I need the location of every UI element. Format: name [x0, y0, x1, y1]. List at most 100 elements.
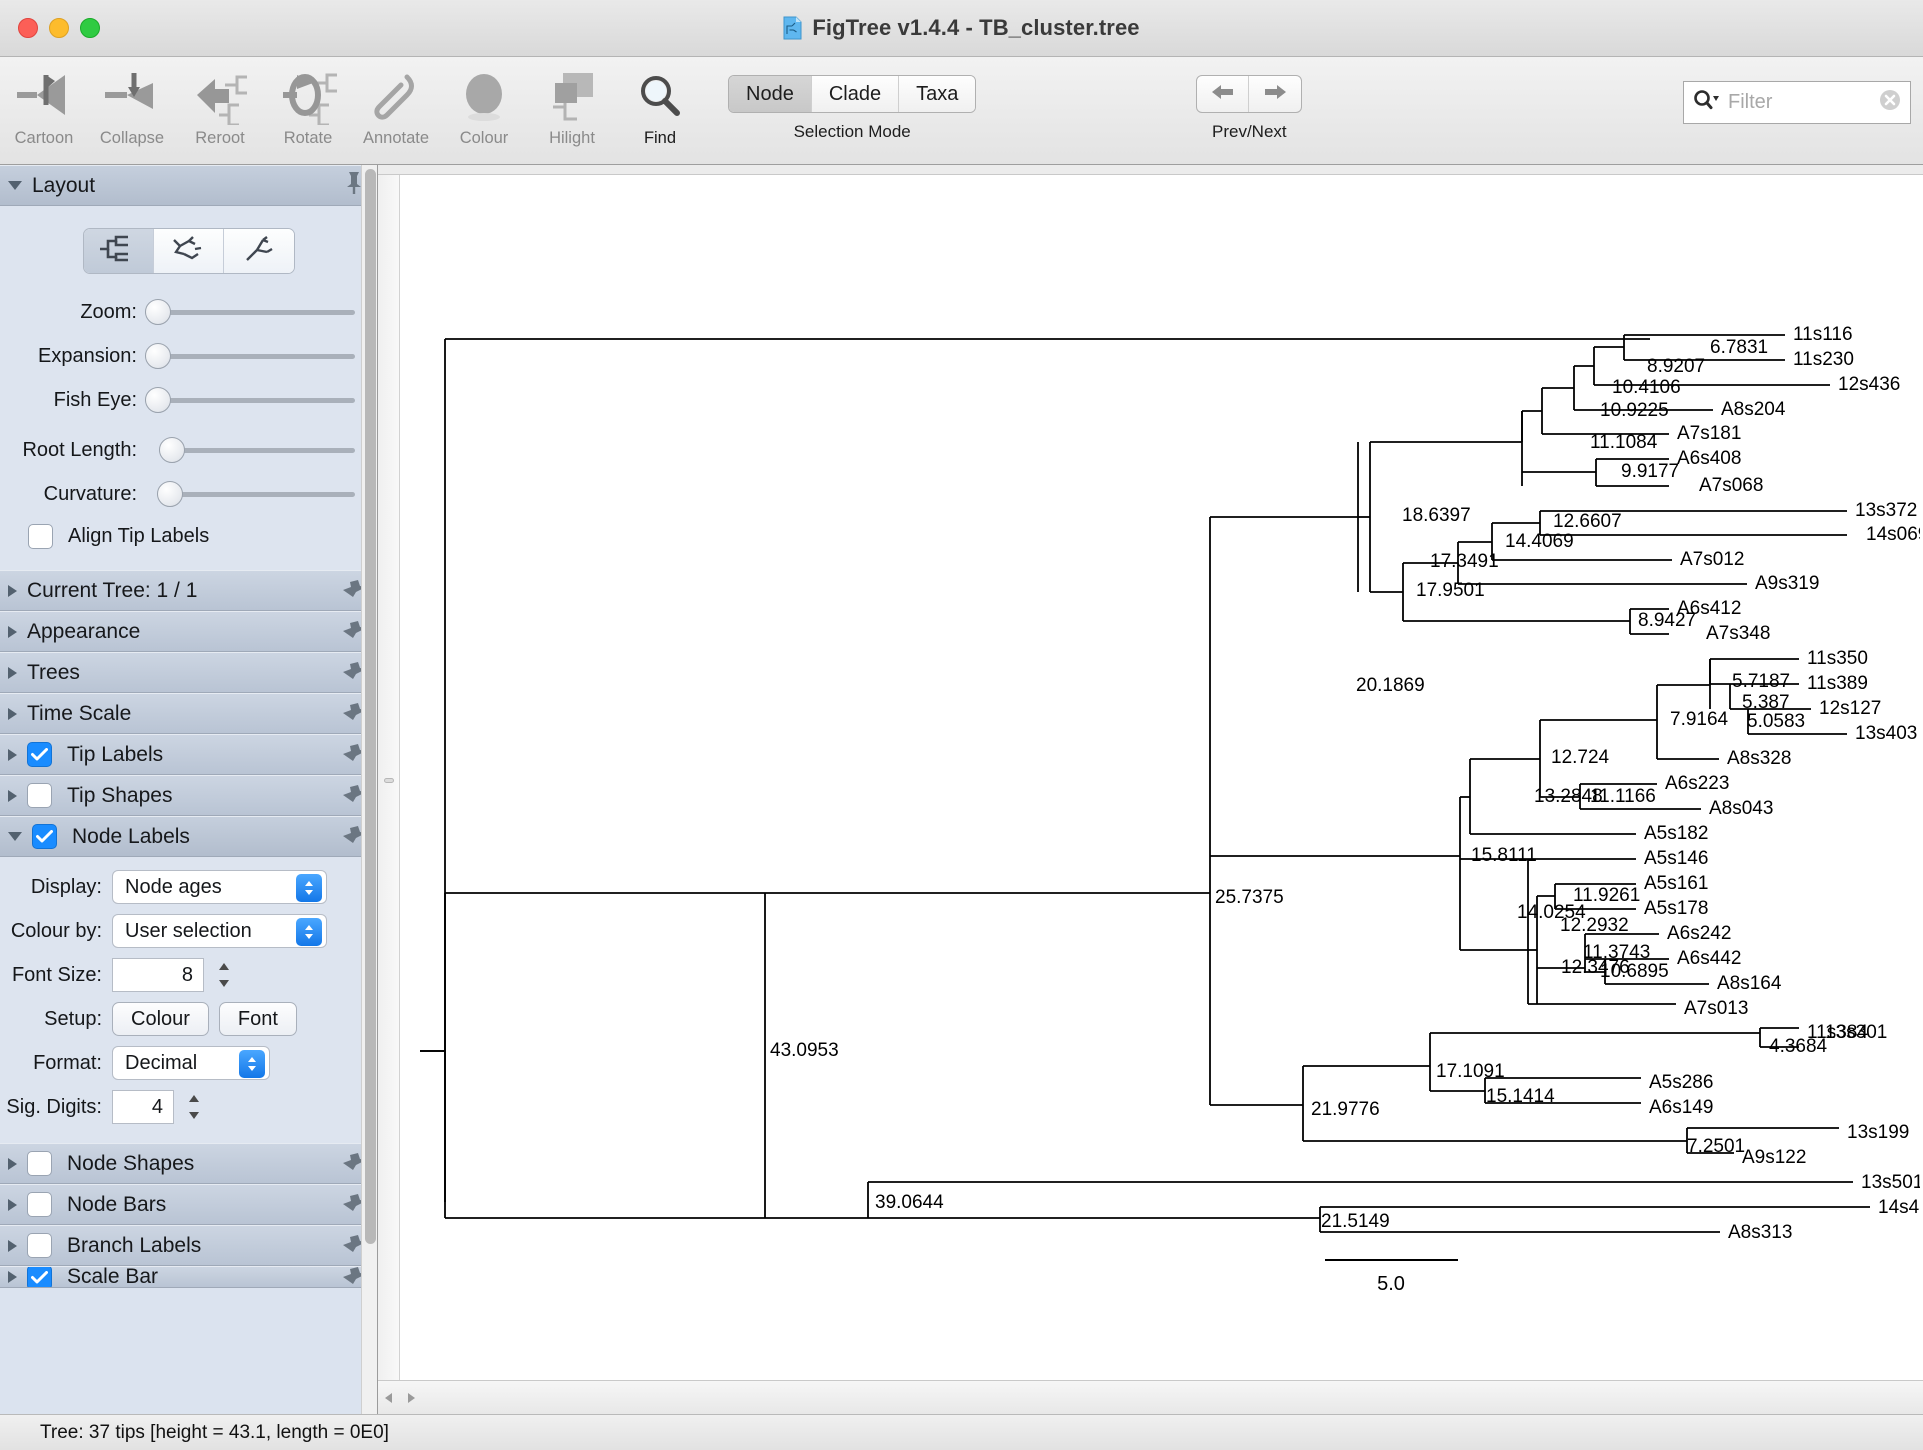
close-button[interactable]: [18, 18, 38, 38]
node-age-label[interactable]: 5.7187: [1732, 671, 1790, 692]
node-age-label[interactable]: 25.7375: [1215, 887, 1284, 908]
font-size-input[interactable]: 8: [112, 958, 204, 992]
node-age-label[interactable]: 10.9225: [1600, 400, 1669, 421]
chevron-right-icon[interactable]: [8, 1157, 17, 1170]
chevron-updown-icon[interactable]: [239, 1050, 265, 1078]
node-age-label[interactable]: 15.1414: [1486, 1086, 1555, 1107]
tip-label[interactable]: 11s350: [1807, 648, 1868, 669]
sig-digits-input[interactable]: 4: [112, 1090, 174, 1124]
rootlength-slider[interactable]: [159, 437, 359, 463]
panel-header-branch-labels[interactable]: Branch Labels: [0, 1225, 377, 1266]
align-tip-labels-row[interactable]: Align Tip Labels: [0, 516, 377, 556]
node-age-label[interactable]: 9.9177: [1621, 461, 1679, 482]
tip-label[interactable]: 12s436: [1838, 374, 1900, 395]
polar-layout-button[interactable]: [153, 229, 224, 273]
node-age-label[interactable]: 12.724: [1551, 747, 1610, 768]
tip-label[interactable]: A8s328: [1727, 748, 1791, 769]
chevron-right-icon[interactable]: [8, 1198, 17, 1211]
curvature-slider[interactable]: [157, 481, 359, 507]
tip-label[interactable]: 14s482: [1878, 1197, 1920, 1218]
zoom-knob[interactable]: [145, 299, 171, 325]
rotate-button[interactable]: Rotate: [264, 61, 352, 161]
node-age-label[interactable]: 10.4106: [1612, 377, 1681, 398]
tip-label[interactable]: 13s501: [1861, 1172, 1920, 1193]
selection-mode-node[interactable]: Node: [729, 76, 812, 112]
node-age-label[interactable]: 12.2932: [1560, 915, 1629, 936]
tip-label[interactable]: A8s164: [1717, 973, 1782, 994]
chevron-right-icon[interactable]: [8, 789, 17, 802]
collapse-button[interactable]: Collapse: [88, 61, 176, 161]
node-age-label[interactable]: 12.6607: [1553, 511, 1622, 532]
tip-shapes-checkbox[interactable]: [27, 783, 52, 808]
align-tip-labels-checkbox[interactable]: [28, 523, 53, 549]
node-age-label[interactable]: 21.9776: [1311, 1099, 1380, 1120]
chevron-down-icon[interactable]: [8, 181, 22, 190]
tip-label[interactable]: 13s372: [1855, 500, 1917, 521]
node-age-label[interactable]: 15.8111: [1471, 845, 1537, 866]
minimize-button[interactable]: [49, 18, 69, 38]
tip-label[interactable]: A9s319: [1755, 573, 1819, 594]
tree-horizontal-scrollbar[interactable]: [378, 1380, 1923, 1414]
node-age-label[interactable]: 18.6397: [1402, 505, 1471, 526]
node-age-label[interactable]: 7.9164: [1670, 709, 1729, 730]
zoom-slider[interactable]: [145, 299, 359, 325]
node-age-label[interactable]: 21.5149: [1321, 1211, 1390, 1232]
chevron-right-icon[interactable]: [8, 707, 17, 720]
tip-label[interactable]: A7s068: [1699, 475, 1763, 496]
tip-label[interactable]: A5s178: [1644, 898, 1708, 919]
branch-labels-checkbox[interactable]: [27, 1233, 52, 1258]
tip-label[interactable]: A6s149: [1649, 1097, 1713, 1118]
node-labels-checkbox[interactable]: [32, 824, 57, 849]
tip-label[interactable]: A8s204: [1721, 399, 1786, 420]
node-age-label[interactable]: 14.4069: [1505, 531, 1574, 552]
panel-header-current-tree[interactable]: Current Tree: 1 / 1: [0, 570, 377, 611]
tip-label[interactable]: A5s146: [1644, 848, 1708, 869]
tip-label[interactable]: 11s230: [1793, 349, 1854, 370]
panel-header-layout[interactable]: Layout: [0, 165, 377, 206]
panel-header-appearance[interactable]: Appearance: [0, 611, 377, 652]
chevron-right-icon[interactable]: [8, 1239, 17, 1252]
annotate-button[interactable]: Annotate: [352, 61, 440, 161]
node-bars-checkbox[interactable]: [27, 1192, 52, 1217]
tip-label[interactable]: A6s223: [1665, 773, 1729, 794]
tip-label[interactable]: 14s069: [1866, 524, 1920, 545]
node-age-label[interactable]: 43.0953: [770, 1040, 839, 1061]
tip-label[interactable]: A7s013: [1684, 998, 1748, 1019]
prev-next-segmented[interactable]: [1196, 75, 1303, 113]
sig-digits-stepper[interactable]: [184, 1091, 204, 1123]
tree-vertical-scroll-thumb[interactable]: [384, 777, 394, 783]
tip-label[interactable]: 13s403: [1855, 723, 1917, 744]
tip-label[interactable]: A5s286: [1649, 1072, 1713, 1093]
tip-label[interactable]: 11s116: [1793, 324, 1853, 345]
tree-canvas[interactable]: 11s116 11s230 12s436 A8s204 A7s181 A6s408 A7s0…: [400, 175, 1923, 1380]
tree-vertical-scrollbar[interactable]: [378, 175, 400, 1380]
magnifier-icon[interactable]: [1692, 89, 1722, 116]
rectangular-layout-button[interactable]: [83, 229, 154, 273]
node-age-label[interactable]: 17.1091: [1436, 1061, 1505, 1082]
chevron-right-icon[interactable]: [8, 625, 17, 638]
filter-input[interactable]: Filter: [1728, 91, 1872, 114]
maximize-button[interactable]: [80, 18, 100, 38]
panel-header-scale-bar[interactable]: Scale Bar: [0, 1266, 377, 1288]
panel-header-trees[interactable]: Trees: [0, 652, 377, 693]
expansion-knob[interactable]: [145, 343, 171, 369]
colour-by-select[interactable]: User selection: [112, 914, 327, 948]
node-age-label[interactable]: 17.3491: [1430, 551, 1499, 572]
colour-button[interactable]: Colour: [440, 61, 528, 161]
filter-box[interactable]: Filter: [1683, 81, 1911, 124]
tip-label[interactable]: 11s389: [1807, 673, 1868, 694]
node-age-label[interactable]: 11.1166: [1590, 786, 1656, 807]
scroll-left-icon[interactable]: [378, 1381, 400, 1414]
tip-label[interactable]: A9s122: [1742, 1147, 1806, 1168]
expansion-slider[interactable]: [145, 343, 359, 369]
phylogenetic-tree-figure[interactable]: 11s116 11s230 12s436 A8s204 A7s181 A6s408 A7s0…: [400, 175, 1920, 1380]
panel-header-tip-shapes[interactable]: Tip Shapes: [0, 775, 377, 816]
tip-label[interactable]: A8s043: [1709, 798, 1773, 819]
node-age-label[interactable]: 5.0583: [1747, 711, 1805, 732]
chevron-updown-icon[interactable]: [296, 918, 322, 946]
reroot-button[interactable]: Reroot: [176, 61, 264, 161]
chevron-right-icon[interactable]: [8, 748, 17, 761]
scroll-right-icon[interactable]: [400, 1381, 422, 1414]
node-age-label[interactable]: 7.2501: [1687, 1136, 1745, 1157]
fisheye-knob[interactable]: [145, 387, 171, 413]
